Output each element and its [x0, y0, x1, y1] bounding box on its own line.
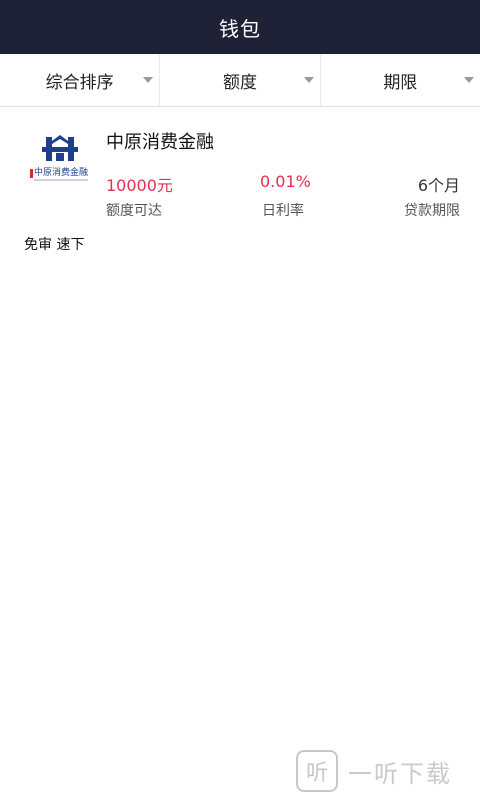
filter-sort[interactable]: 综合排序 [0, 54, 159, 106]
caret-down-icon [143, 77, 154, 83]
lender-name: 中原消费金融 [106, 132, 214, 153]
watermark-logo-icon: 听 [296, 750, 338, 792]
loan-term-caption: 贷款期限 [404, 203, 460, 219]
filter-amount[interactable]: 额度 [159, 54, 319, 106]
loan-term-value: 6个月 [417, 176, 460, 195]
filter-term-label: 期限 [383, 72, 418, 93]
watermark-text: 一听下载 [348, 759, 452, 788]
caret-down-icon [463, 77, 474, 83]
title-bar: 钱包 [0, 0, 480, 54]
daily-rate-caption: 日利率 [262, 203, 304, 219]
page-title: 钱包 [219, 16, 261, 41]
daily-rate-value: 0.01% [260, 172, 311, 191]
watermark: 听 一听下载 [296, 750, 452, 792]
filter-sort-label: 综合排序 [45, 72, 114, 93]
filter-amount-label: 额度 [222, 72, 257, 93]
filter-term[interactable]: 期限 [319, 54, 480, 106]
caret-down-icon [303, 77, 314, 83]
logo-lettering: 中原消费金融 [34, 168, 89, 178]
max-amount-caption: 额度可达 [106, 203, 162, 219]
lender-logo [28, 131, 92, 187]
product-tags: 免审 速下 [24, 237, 85, 253]
max-amount-value: 10000元 [106, 176, 173, 195]
filter-bar: 综合排序 额度 期限 [0, 54, 480, 107]
